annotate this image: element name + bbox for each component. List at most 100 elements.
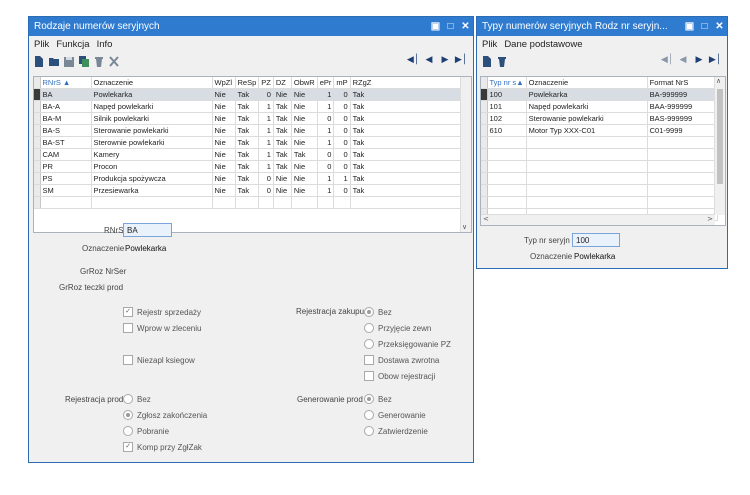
- checkbox-option[interactable]: ✓ Komp przy ZgłZak: [123, 442, 202, 452]
- checkbox-option[interactable]: Niezapl ksiegow: [123, 355, 195, 365]
- radio-icon[interactable]: [364, 410, 374, 420]
- table-row[interactable]: BA-A Napęd powlekarki Nie Tak 1 Tak Nie 1 0 Tak: [34, 100, 465, 113]
- table-row[interactable]: [481, 172, 718, 185]
- save-icon[interactable]: [64, 56, 74, 67]
- prev-icon[interactable]: ◀: [421, 55, 437, 65]
- col-header[interactable]: DZ: [273, 77, 292, 89]
- checkbox-icon[interactable]: [123, 355, 133, 365]
- delete-icon[interactable]: [497, 56, 507, 67]
- checkbox-checked-icon[interactable]: ✓: [123, 442, 133, 452]
- radio-option[interactable]: Bez: [364, 307, 392, 317]
- table-row[interactable]: CAM Kamery Nie Tak 1 Tak Tak 0 0 Tak: [34, 148, 465, 161]
- checkbox-option[interactable]: ✓ Rejestr sprzedaży: [123, 307, 201, 317]
- radio-icon[interactable]: [364, 339, 374, 349]
- prev-icon[interactable]: ◀: [675, 55, 691, 65]
- next-icon[interactable]: ▶: [691, 55, 707, 65]
- col-header[interactable]: ePr: [317, 77, 335, 89]
- maximize-icon[interactable]: □: [443, 17, 458, 36]
- checkbox-option[interactable]: Obow rejestracji: [364, 371, 435, 381]
- col-header[interactable]: Typ nr s▲: [487, 77, 527, 89]
- next-icon[interactable]: ▶: [437, 55, 453, 65]
- table-row[interactable]: 100 Powlekarka BA-999999: [481, 88, 718, 101]
- menu-funkcja[interactable]: Funkcja: [56, 39, 89, 50]
- col-header[interactable]: RZgZ: [350, 77, 465, 89]
- restore-icon[interactable]: ▣: [682, 17, 697, 36]
- table-row[interactable]: 102 Sterowanie powlekarki BAS-999999: [481, 112, 718, 125]
- scroll-down-icon[interactable]: ∨: [462, 223, 467, 231]
- open-icon[interactable]: [49, 56, 59, 67]
- close-window-icon[interactable]: ✕: [712, 17, 727, 36]
- table-row[interactable]: [481, 196, 718, 209]
- last-icon[interactable]: ▶│: [707, 55, 723, 65]
- col-header[interactable]: ObwR: [291, 77, 318, 89]
- table-row[interactable]: BA-M Silnik powlekarki Nie Tak 1 Tak Nie 0 0 Tak: [34, 112, 465, 125]
- radio-option[interactable]: Zgłosz zakończenia: [123, 410, 207, 420]
- radio-option[interactable]: Generowanie: [364, 410, 426, 420]
- checkbox-icon[interactable]: [123, 323, 133, 333]
- radio-option[interactable]: Przyjęcie zewn: [364, 323, 431, 333]
- radio-icon[interactable]: [364, 307, 374, 317]
- col-header[interactable]: RNrS ▲: [40, 77, 92, 89]
- scroll-thumb[interactable]: [717, 89, 723, 184]
- radio-option[interactable]: Przeksięgowanie PZ: [364, 339, 451, 349]
- checkbox-checked-icon[interactable]: ✓: [123, 307, 133, 317]
- col-header[interactable]: PZ: [258, 77, 274, 89]
- menu-plik[interactable]: Plik: [34, 39, 49, 50]
- checkbox-option[interactable]: Wprow w zleceniu: [123, 323, 201, 333]
- right-titlebar[interactable]: Typy numerów seryjnych Rodz nr seryjn...…: [477, 17, 727, 36]
- new-icon[interactable]: [482, 55, 492, 67]
- right-grid-vscroll[interactable]: ∧: [714, 77, 725, 215]
- radio-option[interactable]: Pobranie: [123, 426, 169, 436]
- table-row[interactable]: [481, 148, 718, 161]
- typ-nr-input[interactable]: 100: [572, 233, 620, 247]
- radio-icon[interactable]: [123, 394, 133, 404]
- radio-icon[interactable]: [364, 394, 374, 404]
- close-window-icon[interactable]: ✕: [458, 17, 473, 36]
- left-grid-vscroll[interactable]: ∨: [460, 77, 471, 232]
- table-row[interactable]: SM Przesiewarka Nie Tak 0 Nie Nie 1 0 Tak: [34, 184, 465, 197]
- checkbox-icon[interactable]: [364, 371, 374, 381]
- radio-option[interactable]: Zatwierdzenie: [364, 426, 428, 436]
- checkbox-option[interactable]: Dostawa zwrotna: [364, 355, 439, 365]
- rnrs-input[interactable]: BA: [123, 223, 172, 237]
- table-row[interactable]: BA-S Sterowanie powlekarki Nie Tak 1 Tak Nie 1 0…: [34, 124, 465, 137]
- radio-option[interactable]: Bez: [123, 394, 151, 404]
- col-header[interactable]: mP: [333, 77, 351, 89]
- table-row[interactable]: [481, 136, 718, 149]
- table-row[interactable]: BA Powlekarka Nie Tak 0 Nie Nie 1 0 Tak: [34, 88, 465, 101]
- table-row[interactable]: BA-ST Sterownie powlekarki Nie Tak 1 Tak Nie 1 0…: [34, 136, 465, 149]
- table-row[interactable]: [481, 160, 718, 173]
- menu-info[interactable]: Info: [97, 39, 113, 50]
- right-grid-hscroll[interactable]: < >: [481, 214, 715, 225]
- scroll-up-icon[interactable]: ∧: [716, 77, 721, 85]
- table-row[interactable]: [34, 196, 465, 209]
- col-header[interactable]: Format NrS: [647, 77, 718, 89]
- first-icon[interactable]: ◀│: [405, 55, 421, 65]
- radio-icon[interactable]: [364, 426, 374, 436]
- table-row[interactable]: PS Produkcja spożywcza Nie Tak 0 Nie Nie 1 1 Tak: [34, 172, 465, 185]
- radio-icon[interactable]: [123, 410, 133, 420]
- maximize-icon[interactable]: □: [697, 17, 712, 36]
- col-header[interactable]: WpZl: [212, 77, 236, 89]
- radio-option[interactable]: Bez: [364, 394, 392, 404]
- scroll-right-icon[interactable]: >: [707, 215, 713, 223]
- menu-plik[interactable]: Plik: [482, 39, 497, 50]
- table-row[interactable]: [481, 184, 718, 197]
- menu-dane-podstawowe[interactable]: Dane podstawowe: [504, 39, 582, 50]
- col-header[interactable]: Oznaczenie: [91, 77, 213, 89]
- radio-icon[interactable]: [364, 323, 374, 333]
- close-icon[interactable]: [109, 55, 119, 67]
- table-row[interactable]: 101 Napęd powlekarki BAA-999999: [481, 100, 718, 113]
- col-header[interactable]: Oznaczenie: [526, 77, 648, 89]
- delete-icon[interactable]: [94, 56, 104, 67]
- table-row[interactable]: PR Procon Nie Tak 1 Tak Nie 0 0 Tak: [34, 160, 465, 173]
- col-header[interactable]: ReSp: [235, 77, 260, 89]
- scroll-left-icon[interactable]: <: [483, 215, 489, 223]
- copy-icon[interactable]: [79, 55, 89, 67]
- left-titlebar[interactable]: Rodzaje numerów seryjnych ▣ □ ✕: [29, 17, 473, 36]
- checkbox-icon[interactable]: [364, 355, 374, 365]
- radio-icon[interactable]: [123, 426, 133, 436]
- new-icon[interactable]: [34, 55, 44, 67]
- first-icon[interactable]: ◀│: [659, 55, 675, 65]
- last-icon[interactable]: ▶│: [453, 55, 469, 65]
